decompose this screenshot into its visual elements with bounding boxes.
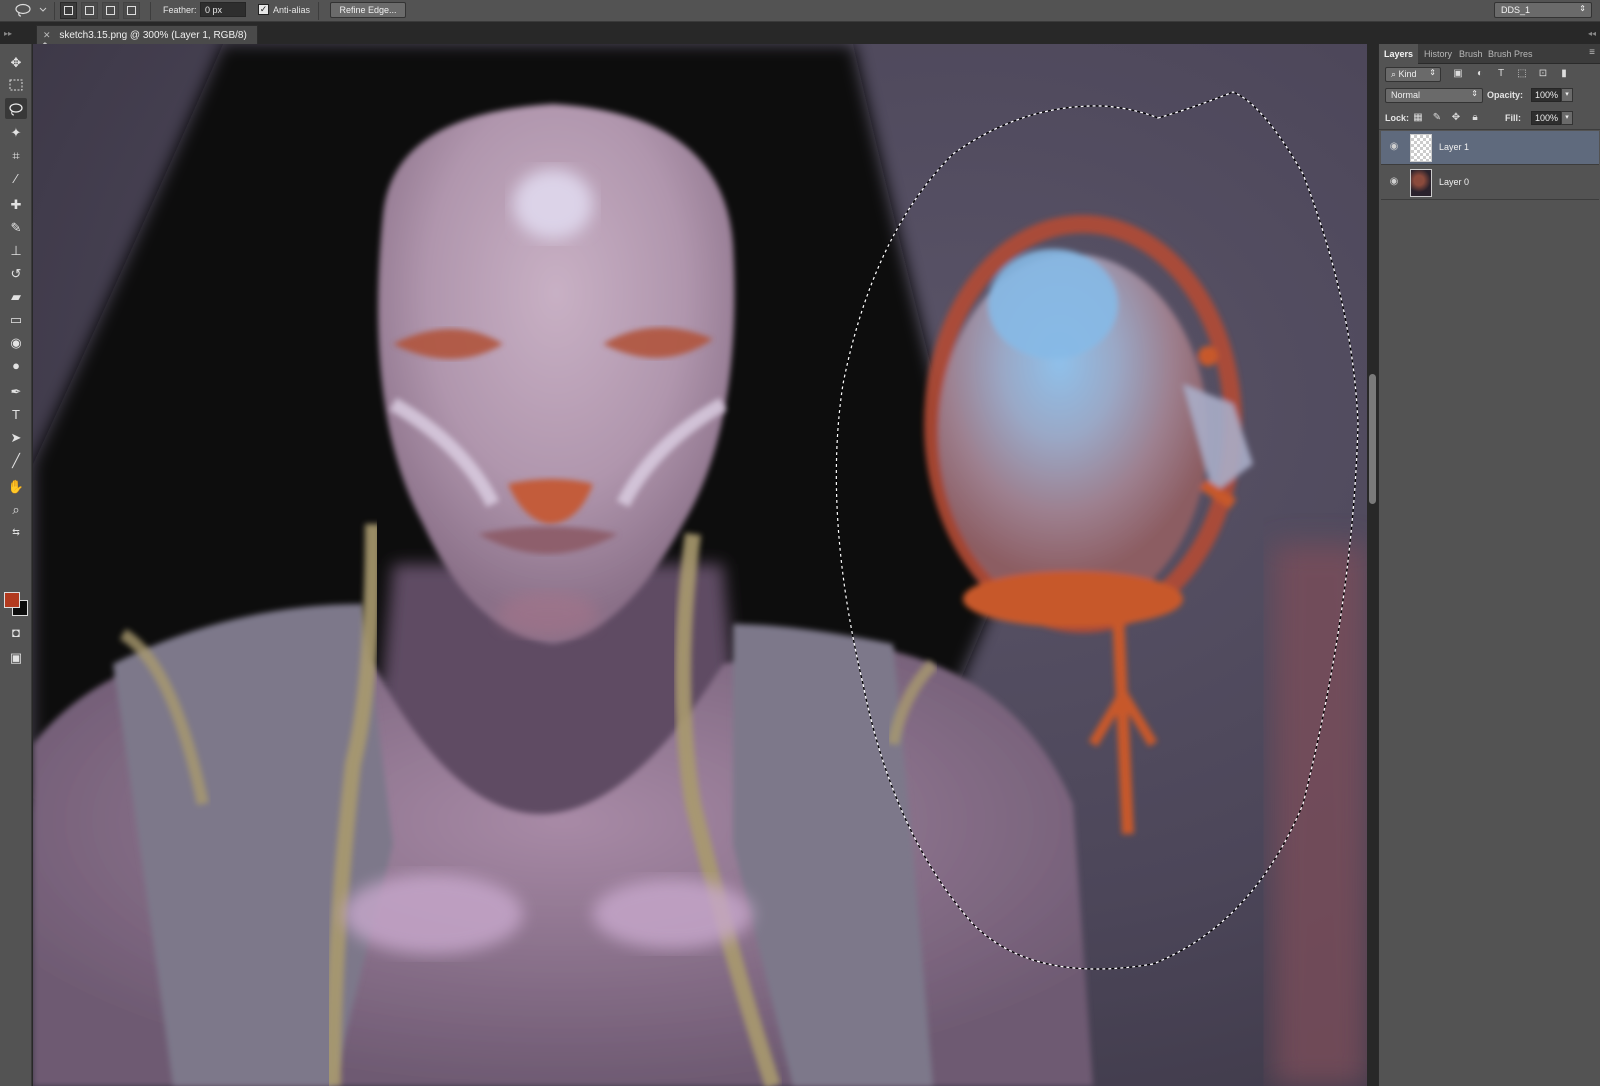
pen-tool-icon[interactable]: ✒ [5,381,27,402]
separator [150,2,151,20]
lock-position-icon[interactable]: ✥ [1450,112,1462,124]
crop-tool-icon[interactable]: ⌗ [5,145,27,166]
filter-kind-select[interactable]: ⌕ Kind ⇕ [1385,67,1441,82]
workspace-switcher[interactable]: DDS_1 ⇕ [1494,2,1592,18]
magic-wand-tool-icon[interactable]: ✦ [5,122,27,143]
new-selection-mode-button[interactable] [60,2,77,19]
layers-panel-dock: Layers History Brush Brush Pres ≡ ⌕ Kind… [1378,44,1600,1086]
lock-fill-row: Lock: ▦ ✎ ✥ 🔒︎ Fill: 100% ▾ [1379,108,1600,130]
opacity-label: Opacity: [1487,90,1524,100]
anti-alias-checkbox[interactable]: ✓ [258,4,269,15]
updown-arrows-icon: ⇕ [1471,89,1478,98]
type-layer-filter-icon[interactable]: T [1494,67,1508,81]
close-tab-icon[interactable]: ✕ [43,30,51,40]
feather-label: Feather: [163,5,197,15]
layer-row-layer-0[interactable]: ◉ Layer 0 [1381,166,1599,200]
healing-brush-tool-icon[interactable]: ✚ [5,194,27,215]
layer-thumbnail [1410,134,1432,162]
opacity-input[interactable]: 100% [1531,88,1561,102]
blend-opacity-row: Normal ⇕ Opacity: 100% ▾ [1379,86,1600,108]
scrollbar-thumb[interactable] [1369,374,1376,504]
line-tool-icon[interactable]: ╱ [5,450,27,471]
document-tab-strip: ▸▸ ✕ sketch3.15.png @ 300% (Layer 1, RGB… [0,23,1600,52]
path-selection-tool-icon[interactable]: ➤ [5,427,27,448]
workspace-name: DDS_1 [1501,5,1531,15]
layer-filter-row: ⌕ Kind ⇕ ▣ ◐ T ⬚ ⊡ ▮ [1379,64,1600,86]
opacity-slider-toggle[interactable]: ▾ [1561,88,1573,102]
panel-tabs: Layers History Brush Brush Pres ≡ [1379,44,1600,64]
updown-arrows-icon: ⇕ [1579,4,1586,13]
separator [318,2,319,20]
tab-brush-presets[interactable]: Brush Pres [1483,44,1538,64]
filter-kind-value: Kind [1398,69,1417,79]
lock-transparent-pixels-icon[interactable]: ▦ [1412,112,1424,124]
adjustment-layer-filter-icon[interactable]: ◐ [1473,67,1487,81]
painting-artwork [33,44,1367,1086]
layer-thumbnail [1410,169,1432,197]
type-tool-icon[interactable]: T [5,404,27,425]
collapse-arrows-icon[interactable]: ▸▸ [4,29,12,38]
lock-all-icon[interactable]: 🔒︎ [1469,112,1481,124]
fill-slider-toggle[interactable]: ▾ [1561,111,1573,125]
tab-layers[interactable]: Layers [1379,44,1419,64]
document-canvas[interactable] [33,44,1367,1086]
intersect-selection-mode-button[interactable] [123,2,140,19]
vertical-scrollbar[interactable] [1367,44,1378,1086]
lasso-tool-preset-picker[interactable] [12,2,48,20]
lasso-icon [15,3,47,17]
tab-history[interactable]: History [1419,44,1457,64]
brush-tool-icon[interactable]: ✎ [5,217,27,238]
fill-input[interactable]: 100% [1531,111,1561,125]
zoom-tool-icon[interactable]: ⌕ [5,499,27,520]
smart-object-filter-icon[interactable]: ⊡ [1536,67,1550,81]
layer-row-layer-1[interactable]: ◉ Layer 1 [1381,131,1599,165]
lock-image-pixels-icon[interactable]: ✎ [1431,112,1443,124]
feather-input[interactable] [200,2,246,17]
marquee-tool-icon[interactable] [5,75,27,96]
blend-mode-select[interactable]: Normal ⇕ [1385,88,1483,103]
history-brush-tool-icon[interactable]: ↺ [5,263,27,284]
options-bar: Feather: ✓ Anti-alias Refine Edge... DDS… [0,0,1600,22]
move-tool-icon[interactable]: ✥ [5,52,27,73]
panel-menu-icon[interactable]: ≡ [1589,47,1595,58]
layer-name: Layer 0 [1439,177,1470,187]
hand-tool-icon[interactable]: ✋ [5,476,27,497]
blend-mode-value: Normal [1391,90,1421,100]
visibility-eye-icon[interactable]: ◉ [1387,141,1401,155]
visibility-eye-icon[interactable]: ◉ [1387,176,1401,190]
updown-arrows-icon: ⇕ [1429,68,1436,77]
tools-panel: ✥ ✦ ⌗ ⁄ ✚ ✎ ⊥ ↺ ▰ ▭ ◉ ● ✒ T ➤ ╱ ✋ ⌕ ⇆ ◘ … [0,44,32,1086]
layer-name: Layer 1 [1439,142,1470,152]
quick-mask-icon[interactable]: ◘ [5,622,27,643]
subtract-from-selection-mode-button[interactable] [102,2,119,19]
add-to-selection-mode-button[interactable] [81,2,98,19]
clone-stamp-tool-icon[interactable]: ⊥ [5,240,27,261]
foreground-color-swatch[interactable] [4,592,20,608]
gradient-tool-icon[interactable]: ▭ [5,309,27,330]
shape-layer-filter-icon[interactable]: ⬚ [1515,67,1529,81]
lasso-tool-icon[interactable] [5,98,27,119]
document-tab[interactable]: ✕ sketch3.15.png @ 300% (Layer 1, RGB/8)… [36,25,258,52]
anti-alias-label: Anti-alias [273,5,311,15]
swap-colors-icon[interactable]: ⇆ [5,522,27,543]
separator [54,2,55,20]
lock-label: Lock: [1385,113,1410,123]
filter-toggle-icon[interactable]: ▮ [1557,67,1571,81]
fill-label: Fill: [1505,113,1521,123]
refine-edge-button[interactable]: Refine Edge... [330,2,406,18]
expand-panels-arrows-icon[interactable]: ◂◂ [1588,29,1596,38]
eyedropper-tool-icon[interactable]: ⁄ [5,168,27,189]
dodge-tool-icon[interactable]: ● [5,355,27,376]
search-icon: ⌕ [1391,69,1399,79]
blur-tool-icon[interactable]: ◉ [5,332,27,353]
pixel-layer-filter-icon[interactable]: ▣ [1451,67,1465,81]
eraser-tool-icon[interactable]: ▰ [5,286,27,307]
screen-mode-icon[interactable]: ▣ [5,647,27,668]
